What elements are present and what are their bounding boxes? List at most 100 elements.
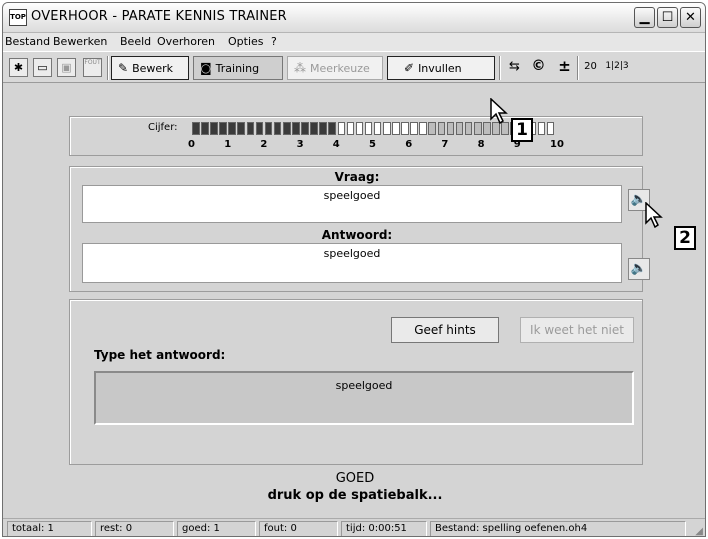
result-status: GOED bbox=[335, 471, 375, 486]
new-file-icon: ✱ bbox=[13, 61, 24, 74]
menu-overhoren[interactable]: Overhoren bbox=[157, 35, 215, 48]
answer-panel: Geef hints Ik weet het niet Type het ant… bbox=[69, 299, 643, 465]
grade-scale-number: 7 bbox=[441, 139, 449, 150]
swap-direction-button[interactable]: ⇆ bbox=[505, 58, 524, 77]
answer-input[interactable]: speelgoed bbox=[94, 371, 634, 425]
order-button[interactable]: 1|2|3 bbox=[603, 58, 631, 77]
fout-list-button[interactable]: FOUT bbox=[83, 58, 102, 77]
grade-cell bbox=[410, 122, 418, 135]
grade-cell bbox=[264, 122, 273, 135]
bewerk-label: Bewerk bbox=[132, 62, 174, 75]
swap-arrows-icon: ⇆ bbox=[509, 59, 520, 74]
grade-cell bbox=[282, 122, 291, 135]
copyright-button[interactable]: © bbox=[529, 58, 548, 77]
save-disk-icon: ▣ bbox=[61, 61, 72, 74]
status-bar: totaal: 1 rest: 0 goed: 1 fout: 0 tijd: … bbox=[3, 518, 705, 536]
grade-cell bbox=[355, 122, 364, 135]
grade-cell bbox=[273, 122, 282, 135]
training-icon: ◙ bbox=[200, 61, 212, 75]
toolbar-separator bbox=[577, 56, 579, 80]
grade-cell bbox=[246, 122, 255, 135]
open-folder-icon: ▭ bbox=[37, 61, 48, 74]
grade-cell bbox=[328, 122, 336, 135]
grade-cell bbox=[301, 122, 309, 135]
plusminus-icon: ± bbox=[558, 57, 571, 75]
count-button[interactable]: 20 bbox=[581, 58, 600, 77]
grade-panel: Cijfer: 0 1 2 3 4 5 6 7 8 9 10 bbox=[69, 116, 643, 156]
app-icon[interactable]: TOP bbox=[9, 9, 27, 26]
bewerk-button[interactable]: ✎ Bewerk bbox=[111, 56, 189, 80]
vraag-label: Vraag: bbox=[334, 170, 380, 184]
close-button[interactable]: ✕ bbox=[680, 7, 701, 28]
training-button[interactable]: ◙ Training bbox=[193, 56, 283, 80]
grade-cell bbox=[419, 122, 427, 135]
maximize-icon: ☐ bbox=[661, 10, 674, 25]
status-rest: rest: 0 bbox=[95, 521, 174, 536]
grade-scale-number: 1 bbox=[224, 139, 232, 150]
title-bar[interactable]: TOP OVERHOOR - PARATE KENNIS TRAINER ▁ ☐… bbox=[3, 3, 705, 33]
grade-cell bbox=[364, 122, 373, 135]
grade-cell bbox=[446, 122, 455, 135]
grade-cell bbox=[437, 122, 446, 135]
status-totaal: totaal: 1 bbox=[7, 521, 92, 536]
grade-cell bbox=[346, 122, 355, 135]
grade-scale-number: 4 bbox=[332, 139, 340, 150]
invullen-button[interactable]: ✐ Invullen bbox=[387, 56, 495, 80]
toolbar-separator bbox=[499, 56, 501, 80]
maximize-button[interactable]: ☐ bbox=[657, 7, 678, 28]
grade-cell bbox=[546, 122, 555, 135]
fout-list-icon: FOUT bbox=[84, 59, 101, 66]
edit-pencil-icon: ✎ bbox=[118, 61, 129, 75]
grade-cell bbox=[210, 122, 218, 135]
grade-cell bbox=[382, 122, 391, 135]
menu-help[interactable]: ? bbox=[271, 35, 277, 48]
vraag-field: speelgoed bbox=[82, 185, 622, 223]
minimize-button[interactable]: ▁ bbox=[634, 7, 655, 28]
close-icon: ✕ bbox=[685, 10, 696, 25]
status-fout: fout: 0 bbox=[259, 521, 338, 536]
grade-cell bbox=[455, 122, 464, 135]
invullen-label: Invullen bbox=[418, 62, 462, 75]
grade-label: Cijfer: bbox=[148, 122, 178, 133]
window-title: OVERHOOR - PARATE KENNIS TRAINER bbox=[31, 9, 287, 24]
mouse-cursor-icon bbox=[490, 97, 508, 127]
toolbar: ✱ ▭ ▣ FOUT ✎ Bewerk ◙ Training ⁂ Meerkeuze … bbox=[3, 51, 705, 83]
grade-scale-number: 6 bbox=[405, 139, 413, 150]
plusminus-button[interactable]: ± bbox=[555, 58, 574, 77]
grade-cell bbox=[392, 122, 400, 135]
geef-hints-button[interactable]: Geef hints bbox=[391, 317, 499, 343]
new-file-button[interactable]: ✱ bbox=[9, 58, 28, 77]
ik-weet-het-niet-button[interactable]: Ik weet het niet bbox=[520, 317, 634, 343]
grade-cell bbox=[255, 122, 264, 135]
toolbar-separator bbox=[107, 56, 109, 80]
content-area: Cijfer: 0 1 2 3 4 5 6 7 8 9 10 Vraag: speelgoed 🔈 … bbox=[3, 84, 705, 518]
resize-grip-icon[interactable]: ◢ bbox=[695, 526, 703, 536]
grade-cell bbox=[219, 122, 227, 135]
save-button[interactable]: ▣ bbox=[57, 58, 76, 77]
grade-scale-number: 10 bbox=[550, 139, 564, 150]
minimize-icon: ▁ bbox=[639, 10, 650, 25]
menu-beeld[interactable]: Beeld bbox=[120, 35, 151, 48]
callout-1: 1 bbox=[511, 118, 533, 142]
menu-bewerken[interactable]: Bewerken bbox=[53, 35, 107, 48]
grade-cell bbox=[192, 122, 200, 135]
menu-opties[interactable]: Opties bbox=[228, 35, 264, 48]
result-instruction: druk op de spatiebalk... bbox=[267, 488, 443, 503]
antwoord-speaker-button[interactable]: 🔈 bbox=[628, 258, 650, 280]
main-window: TOP OVERHOOR - PARATE KENNIS TRAINER ▁ ☐… bbox=[2, 2, 706, 537]
grade-scale-number: 0 bbox=[188, 139, 195, 150]
open-folder-button[interactable]: ▭ bbox=[33, 58, 52, 77]
answer-prompt: Type het antwoord: bbox=[94, 348, 226, 362]
grade-scale-number: 8 bbox=[477, 139, 485, 150]
grade-cell bbox=[292, 122, 300, 135]
antwoord-field: speelgoed bbox=[82, 243, 622, 283]
menu-bestand[interactable]: Bestand bbox=[5, 35, 50, 48]
callout-2: 2 bbox=[674, 226, 696, 250]
grade-scale-number: 5 bbox=[369, 139, 376, 150]
grade-cell bbox=[337, 122, 346, 135]
status-goed: goed: 1 bbox=[177, 521, 256, 536]
grade-cell bbox=[464, 122, 473, 135]
grade-cell bbox=[428, 122, 437, 135]
meerkeuze-button[interactable]: ⁂ Meerkeuze bbox=[287, 56, 383, 80]
training-label: Training bbox=[215, 62, 260, 75]
